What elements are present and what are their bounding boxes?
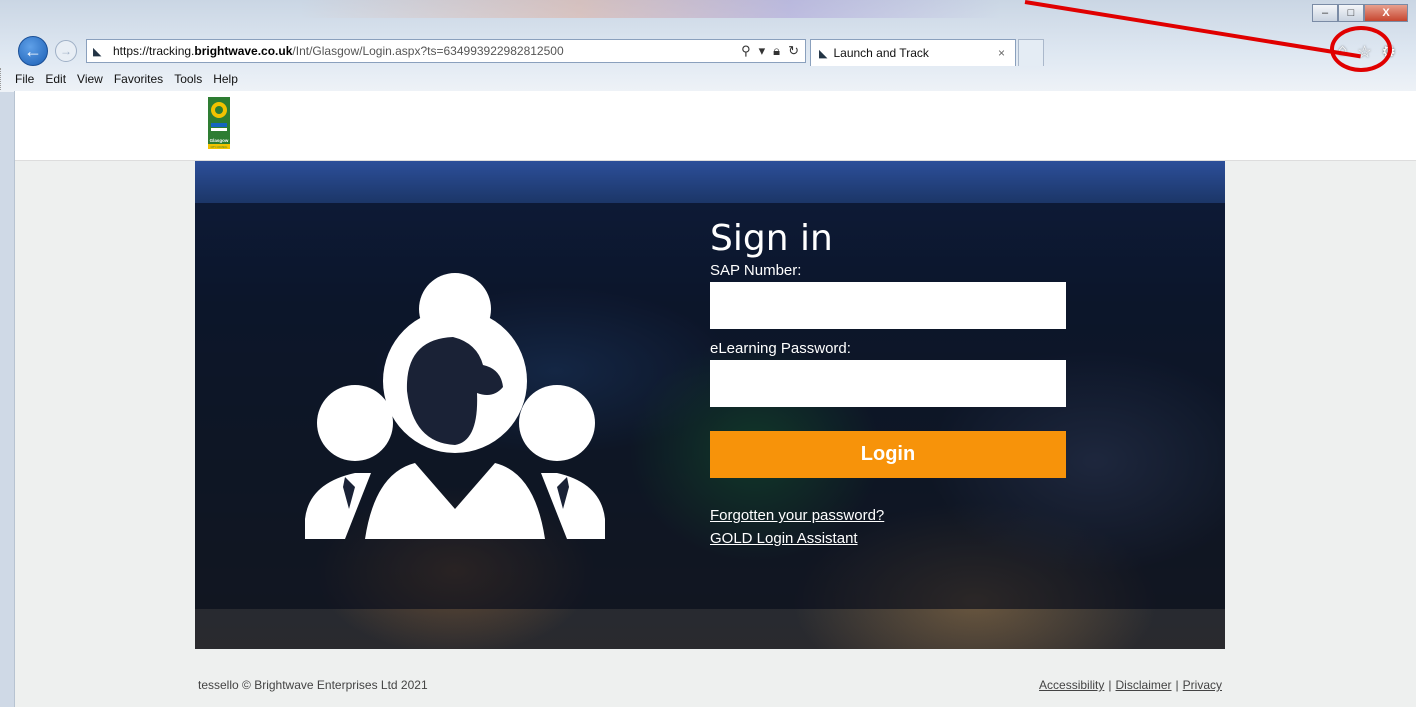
disclaimer-link[interactable]: Disclaimer xyxy=(1116,678,1172,692)
refresh-icon[interactable]: ↻ xyxy=(788,43,799,59)
browser-chrome: – □ X ← → ◣ https://tracking.brightwave.… xyxy=(0,0,1416,92)
tab-close-icon[interactable]: × xyxy=(998,46,1005,60)
password-label: eLearning Password: xyxy=(710,340,851,358)
menu-edit[interactable]: Edit xyxy=(45,72,66,86)
signin-form: Sign in SAP Number: eLearning Password: … xyxy=(710,217,1070,550)
forward-arrow-icon: → xyxy=(60,44,72,58)
search-icon[interactable]: ⚲ xyxy=(741,43,751,59)
footer-links: Accessibility | Disclaimer | Privacy xyxy=(1039,678,1222,692)
url-path: /Int/Glasgow/Login.aspx?ts=6349939229828… xyxy=(292,44,564,58)
address-icons: ⚲ ▾ 🔒︎ ↻ xyxy=(741,43,799,59)
url-protocol: https://tracking. xyxy=(113,44,195,58)
logo-text: Glasgow xyxy=(210,138,229,143)
navigation-row: ← → ◣ https://tracking.brightwave.co.uk/… xyxy=(0,36,1416,66)
dropdown-icon[interactable]: ▾ xyxy=(759,43,766,59)
menu-file[interactable]: File xyxy=(15,72,34,86)
password-input[interactable] xyxy=(710,360,1066,408)
site-header: Glasgow CITY COUNCIL xyxy=(15,91,1416,161)
menu-tools[interactable]: Tools xyxy=(174,72,202,86)
titlebar-glow xyxy=(300,0,1000,18)
menu-favorites[interactable]: Favorites xyxy=(114,72,163,86)
copyright-text: tessello © Brightwave Enterprises Ltd 20… xyxy=(198,678,428,692)
glasgow-logo: Glasgow CITY COUNCIL xyxy=(208,97,230,149)
back-button[interactable]: ← xyxy=(18,36,48,66)
maximize-button[interactable]: □ xyxy=(1338,4,1364,22)
menu-view[interactable]: View xyxy=(77,72,103,86)
accessibility-link[interactable]: Accessibility xyxy=(1039,678,1104,692)
users-group-icon xyxy=(305,273,605,539)
menu-help[interactable]: Help xyxy=(213,72,238,86)
browser-tab[interactable]: ◣ Launch and Track × xyxy=(810,39,1016,66)
url-domain: brightwave.co.uk xyxy=(194,44,293,58)
signin-links: Forgotten your password? GOLD Login Assi… xyxy=(710,504,1070,550)
back-arrow-icon: ← xyxy=(24,40,42,61)
privacy-link[interactable]: Privacy xyxy=(1183,678,1222,692)
sap-number-input[interactable] xyxy=(710,282,1066,330)
address-bar[interactable]: ◣ https://tracking.brightwave.co.uk/Int/… xyxy=(86,39,806,63)
new-tab-button[interactable] xyxy=(1018,39,1044,66)
close-window-button[interactable]: X xyxy=(1364,4,1408,22)
menu-bar: File Edit View Favorites Tools Help xyxy=(0,68,1416,90)
minimize-button[interactable]: – xyxy=(1312,4,1338,22)
gold-login-assistant-link[interactable]: GOLD Login Assistant xyxy=(710,527,1070,550)
tab-favicon-icon: ◣ xyxy=(819,47,828,60)
site-favicon-icon: ◣ xyxy=(93,45,102,58)
forgot-password-link[interactable]: Forgotten your password? xyxy=(710,504,1070,527)
annotation-circle xyxy=(1330,26,1392,72)
url-text[interactable]: https://tracking.brightwave.co.uk/Int/Gl… xyxy=(113,44,741,58)
signin-title: Sign in xyxy=(710,218,833,259)
footer-separator: | xyxy=(1108,678,1112,692)
sap-number-label: SAP Number: xyxy=(710,262,802,280)
footer-separator: | xyxy=(1175,678,1179,692)
hero-banner: Sign in SAP Number: eLearning Password: … xyxy=(195,161,1225,649)
page-content: Glasgow CITY COUNCIL Sign in SAP Number:… xyxy=(14,91,1416,707)
login-button[interactable]: Login xyxy=(710,431,1066,479)
forward-button[interactable]: → xyxy=(55,40,77,62)
tab-title: Launch and Track xyxy=(833,46,929,60)
logo-subtext: CITY COUNCIL xyxy=(211,146,228,149)
lock-icon[interactable]: 🔒︎ xyxy=(773,43,780,59)
window-controls: – □ X xyxy=(1312,4,1408,22)
